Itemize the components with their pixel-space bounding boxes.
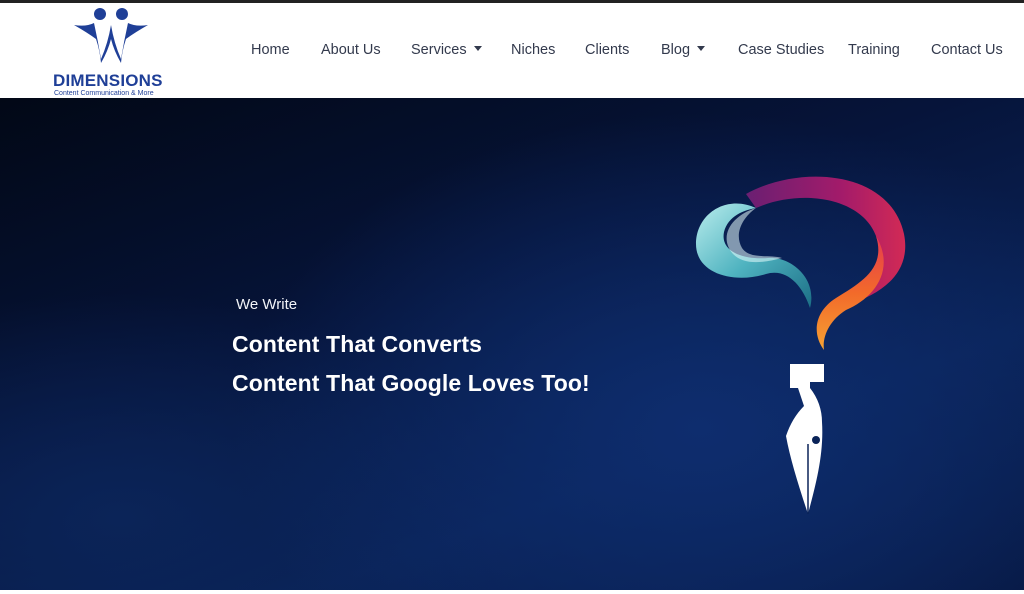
- nav-case-studies-label: Case Studies: [738, 42, 825, 58]
- nav-home[interactable]: Home: [251, 42, 290, 58]
- nav-clients-label: Clients: [585, 42, 630, 58]
- nav-training-label: Training: [848, 42, 900, 58]
- nav-case-studies[interactable]: Case Studies: [738, 42, 824, 58]
- nav-about-us[interactable]: About Us: [321, 42, 381, 58]
- main-nav: Home About Us Services Niches Clients Bl…: [0, 3, 1024, 98]
- nav-niches[interactable]: Niches: [511, 42, 555, 58]
- chevron-down-icon: [473, 45, 482, 51]
- hero-headline-1: Content That Converts: [232, 331, 482, 357]
- hero-banner: We Write Content That Converts Content T…: [0, 98, 1024, 590]
- nav-services[interactable]: Services: [411, 42, 482, 58]
- brain-pen-icon: [696, 176, 906, 514]
- nav-home-label: Home: [251, 42, 290, 58]
- nav-blog-label: Blog: [661, 42, 691, 58]
- nav-training[interactable]: Training: [848, 42, 900, 58]
- hero-subtitle: We Write: [236, 296, 298, 313]
- nav-contact-us[interactable]: Contact Us: [931, 42, 1003, 58]
- chevron-down-icon: [697, 45, 706, 51]
- site-header: DIMENSIONS Content Communication & More …: [0, 3, 1024, 98]
- nav-blog[interactable]: Blog: [661, 42, 706, 58]
- hero-headline-2: Content That Google Loves Too!: [232, 370, 590, 396]
- nav-contact-us-label: Contact Us: [931, 42, 1003, 58]
- nav-niches-label: Niches: [511, 42, 556, 58]
- nav-services-label: Services: [411, 42, 467, 58]
- bottom-border: [0, 590, 1024, 594]
- nav-clients[interactable]: Clients: [585, 42, 629, 58]
- nav-about-us-label: About Us: [321, 42, 381, 58]
